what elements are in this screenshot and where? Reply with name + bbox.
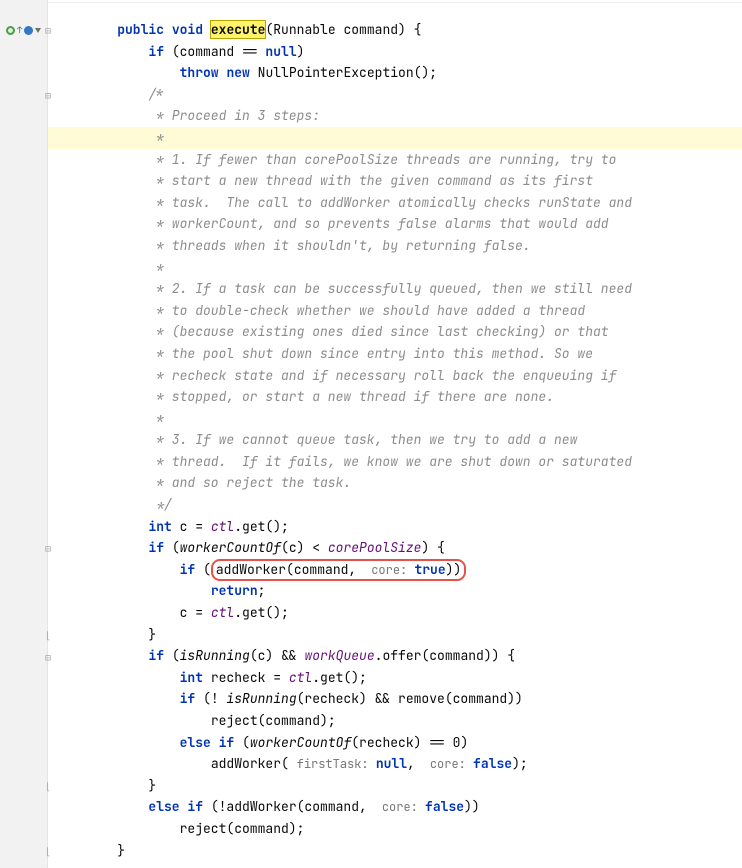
code-line[interactable]: throw new NullPointerException(); <box>48 62 742 84</box>
code-line[interactable]: * thread. If it fails, we know we are sh… <box>48 451 742 473</box>
code-line[interactable]: * recheck state and if necessary roll ba… <box>48 365 742 387</box>
code-line[interactable]: * and so reject the task. <box>48 472 742 494</box>
code-line[interactable]: } <box>48 840 742 862</box>
nav-up-icon[interactable]: ↑ <box>17 20 22 42</box>
code-line[interactable]: if (workerCountOf(c) < corePoolSize) { <box>48 537 742 559</box>
annotation-highlight: addWorker(command, core: true)) <box>211 559 466 581</box>
keyword: void <box>172 21 203 38</box>
code-line-highlighted[interactable]: * <box>48 127 742 149</box>
code-line[interactable]: int c = ctl.get(); <box>48 516 742 538</box>
code-line[interactable]: * 3. If we cannot queue task, then we tr… <box>48 429 742 451</box>
implements-icon[interactable] <box>6 26 15 35</box>
code-line[interactable]: else if (!addWorker(command, core: false… <box>48 796 742 818</box>
code-line[interactable]: * Proceed in 3 steps: <box>48 105 742 127</box>
code-line[interactable]: * 1. If fewer than corePoolSize threads … <box>48 149 742 171</box>
parameter-hint: core: <box>423 756 473 772</box>
code-line[interactable]: * 2. If a task can be successfully queue… <box>48 278 742 300</box>
code-line[interactable]: if (addWorker(command, core: true)) <box>48 559 742 581</box>
code-line[interactable]: if (! isRunning(recheck) && remove(comma… <box>48 688 742 710</box>
method-name-highlighted: execute <box>211 21 266 38</box>
override-icon[interactable] <box>24 26 33 35</box>
parameter-hint: firstTask: <box>297 756 376 772</box>
code-line[interactable]: else if (workerCountOf(recheck) == 0) <box>48 732 742 754</box>
code-line[interactable]: */ <box>48 494 742 516</box>
code-line[interactable]: * <box>48 257 742 279</box>
code-line[interactable]: * task. The call to addWorker atomically… <box>48 192 742 214</box>
code-line[interactable]: * the pool shut down since entry into th… <box>48 343 742 365</box>
code-line[interactable]: * <box>48 408 742 430</box>
code-line[interactable]: reject(command); <box>48 818 742 840</box>
code-line[interactable]: /* <box>48 84 742 106</box>
parameter-hint: core: <box>364 562 414 578</box>
gutter-markers[interactable]: ↑ <box>6 20 41 42</box>
code-line[interactable]: * (because existing ones died since last… <box>48 321 742 343</box>
code-line[interactable]: addWorker( firstTask: null, core: false)… <box>48 753 742 775</box>
code-line[interactable]: public void execute(Runnable command) { <box>48 19 742 41</box>
parameter-hint: core: <box>375 799 425 815</box>
code-line[interactable]: if (command == null) <box>48 41 742 63</box>
code-line[interactable]: * workerCount, and so prevents false ala… <box>48 213 742 235</box>
editor-gutter[interactable]: ↑ ⊟ ⊟ ⊟ ⌊ ⊟ ⌊ ⌊ <box>0 0 48 868</box>
code-line[interactable]: reject(command); <box>48 710 742 732</box>
code-line[interactable]: int recheck = ctl.get(); <box>48 667 742 689</box>
code-line[interactable]: } <box>48 624 742 646</box>
code-line[interactable]: return; <box>48 580 742 602</box>
code-line[interactable]: } <box>48 775 742 797</box>
code-line[interactable]: * stopped, or start a new thread if ther… <box>48 386 742 408</box>
code-line[interactable]: c = ctl.get(); <box>48 602 742 624</box>
code-line[interactable]: * threads when it shouldn't, by returnin… <box>48 235 742 257</box>
code-line[interactable]: * to double-check whether we should have… <box>48 300 742 322</box>
code-line[interactable]: if (isRunning(c) && workQueue.offer(comm… <box>48 645 742 667</box>
code-editor[interactable]: public void execute(Runnable command) { … <box>48 0 742 868</box>
keyword: public <box>117 21 164 38</box>
code-line[interactable]: * start a new thread with the given comm… <box>48 170 742 192</box>
nav-down-icon[interactable] <box>35 28 41 33</box>
